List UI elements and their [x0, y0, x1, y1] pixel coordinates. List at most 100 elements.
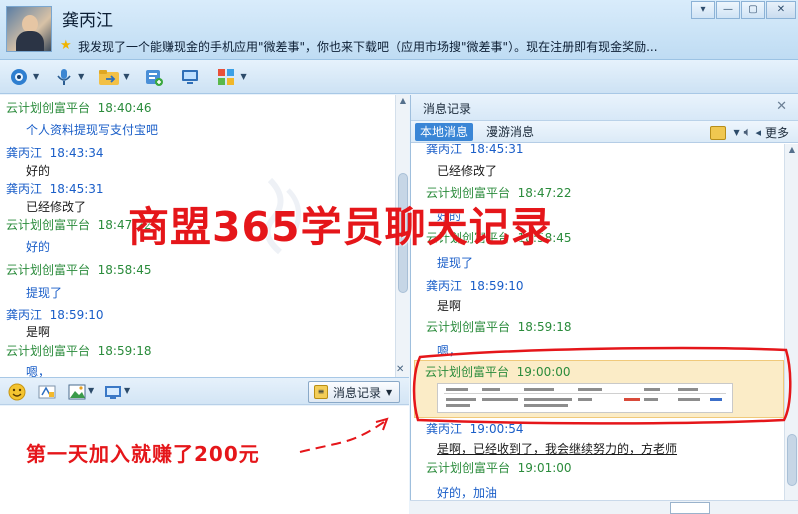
message-time: 18:59:10 [469, 279, 524, 293]
message-time: 18:43:34 [49, 146, 104, 160]
table-cell [524, 398, 572, 401]
chevron-down-icon[interactable]: ▼ [240, 72, 246, 81]
page-input[interactable] [670, 502, 710, 514]
message-header: 龚丙江 18:59:10 [6, 306, 104, 323]
history-tools: ▼ 🔈︎ ◂ 更多 [710, 124, 789, 141]
video-call-button[interactable]: ▼ [8, 66, 39, 88]
highlighted-message: 云计划创富平台 19:00:00 [414, 360, 784, 418]
chat-partner-name[interactable]: 龚丙江 [62, 6, 113, 31]
more-icon: ◂ [755, 126, 761, 139]
message-text: 是啊，已经收到了，我会继续努力的，方老师 [437, 442, 678, 456]
table-cell [644, 398, 658, 401]
maximize-icon[interactable]: ▢ [741, 1, 765, 19]
collapse-icon[interactable]: ✕ [396, 364, 404, 375]
headline-annotation: 商盟365学员聊天记录 [128, 203, 553, 251]
message-time: 19:00:54 [469, 422, 524, 436]
message-time: 18:59:10 [49, 308, 104, 322]
close-icon[interactable]: ✕ [766, 1, 796, 19]
star-icon: ★ [60, 38, 72, 53]
file-transfer-button[interactable]: ▼ [98, 66, 129, 88]
microphone-icon [53, 66, 75, 88]
message-text: 好的 [26, 164, 51, 178]
message-time: 19:00:00 [516, 365, 571, 379]
file-transfer-icon [98, 66, 120, 88]
message-header: 龚丙江 18:59:10 [426, 277, 524, 294]
voice-call-button[interactable]: ▼ [53, 66, 84, 88]
message-header: 龚丙江 18:43:34 [6, 144, 104, 161]
font-icon[interactable] [38, 383, 56, 401]
message-text: 是啊 [437, 299, 462, 313]
chevron-down-icon[interactable]: ▼ [33, 72, 39, 81]
chevron-down-icon[interactable]: ▼ [78, 72, 84, 81]
history-pager-bar [410, 500, 798, 514]
message-header: 龚丙江 18:45:31 [426, 144, 524, 157]
emoji-icon[interactable] [8, 383, 26, 401]
table-cell [710, 398, 722, 401]
more-button[interactable]: 更多 [765, 124, 789, 141]
message-header: 云计划创富平台 19:01:00 [426, 459, 572, 476]
close-icon[interactable]: ✕ [776, 99, 787, 114]
table-cell [446, 398, 476, 401]
screenshot-attachment[interactable] [437, 383, 733, 413]
partner-signature: 我发现了一个能赚现金的手机应用"微差事"，你也来下载吧（应用市场搜"微差事"）。… [78, 40, 658, 54]
message-header: 云计划创富平台 18:59:18 [426, 318, 572, 335]
message-header: 龚丙江 19:00:54 [426, 420, 524, 437]
image-icon[interactable] [68, 383, 86, 401]
scroll-up-arrow[interactable]: ▲ [785, 145, 798, 154]
chevron-down-icon[interactable]: ▼ [733, 128, 739, 137]
sender-name: 云计划创富平台 [426, 320, 511, 334]
table-cell [524, 388, 554, 391]
export-icon[interactable] [710, 125, 727, 140]
screenshot-icon[interactable] [104, 383, 122, 401]
table-cell [446, 388, 468, 391]
input-toolbar: ▼ ▼ ≡ 消息记录 ▼ [0, 377, 409, 405]
sender-name: 龚丙江 [426, 422, 463, 436]
tab-roaming-messages[interactable]: 漫游消息 [481, 123, 539, 141]
add-contact-button[interactable] [143, 66, 165, 88]
sender-name: 龚丙江 [6, 146, 43, 160]
message-history-label: 消息记录 [333, 385, 382, 400]
message-header: 云计划创富平台 19:00:00 [425, 363, 571, 380]
message-header: 云计划创富平台 18:58:45 [6, 261, 152, 278]
table-cell [446, 404, 470, 407]
minimize-icon[interactable]: — [716, 1, 740, 19]
history-scrollbar[interactable]: ▲ [784, 144, 798, 514]
message-history-button[interactable]: ≡ 消息记录 ▼ [308, 381, 400, 403]
message-time: 19:01:00 [517, 461, 572, 475]
table-cell [678, 398, 700, 401]
chevron-down-icon[interactable]: ▼ [123, 72, 129, 81]
video-icon [8, 66, 30, 88]
message-time: 18:45:31 [469, 144, 524, 156]
message-time: 18:58:45 [97, 263, 152, 277]
tab-local-messages[interactable]: 本地消息 [415, 123, 474, 141]
chevron-down-icon[interactable]: ▼ [88, 386, 94, 395]
sender-name: 云计划创富平台 [6, 101, 91, 115]
scroll-up-arrow[interactable]: ▲ [396, 96, 410, 105]
message-header: 云计划创富平台 18:40:46 [6, 99, 152, 116]
message-text: 嗯， [26, 365, 51, 377]
sender-name: 云计划创富平台 [6, 263, 91, 277]
message-text: 嗯， [437, 344, 462, 358]
avatar-body [16, 31, 44, 51]
table-cell [624, 398, 640, 401]
sender-name: 龚丙江 [426, 144, 463, 156]
table-cell [524, 404, 568, 407]
sender-name: 龚丙江 [6, 308, 43, 322]
message-text: 提现了 [437, 256, 474, 270]
sender-name: 云计划创富平台 [425, 365, 510, 379]
avatar[interactable] [6, 6, 52, 52]
message-text: 好的 [26, 240, 51, 254]
sender-name: 龚丙江 [426, 279, 463, 293]
message-time: 18:40:46 [97, 101, 152, 115]
speaker-icon[interactable]: 🔈︎ [744, 125, 752, 140]
apps-icon [215, 66, 237, 88]
scroll-thumb[interactable] [787, 434, 797, 486]
history-icon: ≡ [314, 385, 328, 399]
history-tabs: 本地消息 漫游消息 ▼ 🔈︎ ◂ 更多 [411, 121, 798, 143]
chevron-down-icon[interactable]: ▼ [124, 386, 130, 395]
menu-icon[interactable]: ▾ [691, 1, 715, 19]
table-cell [644, 388, 660, 391]
apps-button[interactable]: ▼ [215, 66, 247, 88]
message-time: 18:59:18 [97, 344, 152, 358]
screen-share-button[interactable] [179, 66, 201, 88]
